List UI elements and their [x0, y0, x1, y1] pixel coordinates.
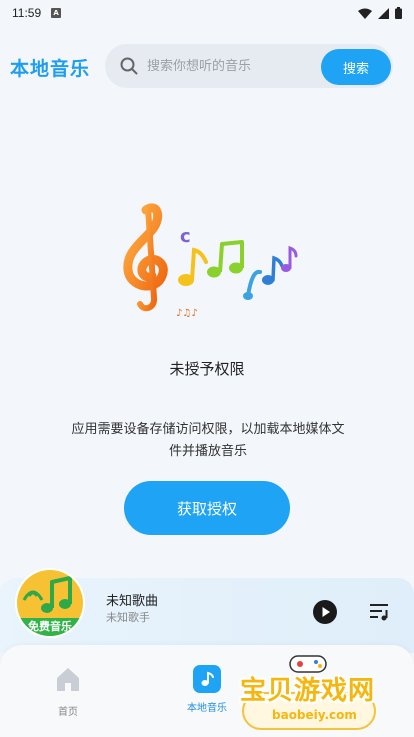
nav-label-home: 首页: [58, 707, 78, 718]
wifi-icon: [358, 8, 372, 19]
album-art[interactable]: 免费音乐: [17, 570, 83, 636]
permission-title: 未授予权限: [169, 360, 245, 378]
search-box[interactable]: 搜索: [105, 44, 393, 88]
status-icons: [358, 7, 402, 19]
music-note-icon: [22, 576, 72, 613]
music-notes-illustration: c ♪♫♪: [123, 203, 298, 319]
svg-text:♪♫♪: ♪♫♪: [176, 308, 198, 319]
watermark-url: baobeiy.com: [272, 708, 357, 722]
signal-icon: [378, 7, 389, 19]
home-icon: [57, 668, 79, 691]
search-button[interactable]: 搜索: [321, 49, 391, 85]
watermark-text: 宝贝游戏网: [240, 676, 376, 706]
play-button[interactable]: [313, 600, 337, 624]
music-note-icon: [193, 665, 221, 693]
status-time: 11:59: [12, 6, 42, 20]
nav-item-local-music[interactable]: 本地音乐: [167, 665, 247, 714]
permission-description: 应用需要设备存储访问权限，以加载本地媒体文件并播放音乐: [71, 422, 345, 459]
nav-label-local-music: 本地音乐: [187, 703, 227, 714]
watermark: 宝贝游戏网 baobeiy.com: [236, 648, 386, 734]
song-artist: 未知歌手: [106, 611, 150, 624]
notification-icon: A: [51, 8, 62, 18]
battery-icon: [395, 7, 402, 19]
page-title: 本地音乐: [10, 58, 91, 80]
grant-permission-button[interactable]: 获取授权: [124, 481, 290, 535]
search-icon: [120, 57, 138, 75]
nav-item-home[interactable]: 首页: [28, 665, 108, 718]
playlist-button[interactable]: [368, 601, 392, 623]
playlist-icon: [370, 604, 388, 621]
song-title: 未知歌曲: [106, 594, 159, 609]
album-label: 免费音乐: [17, 618, 83, 636]
search-input[interactable]: [147, 44, 317, 88]
header: 本地音乐 搜索: [0, 42, 414, 90]
play-icon: [322, 607, 330, 617]
status-bar: 11:59 A: [0, 0, 414, 26]
svg-text:c: c: [180, 226, 191, 247]
